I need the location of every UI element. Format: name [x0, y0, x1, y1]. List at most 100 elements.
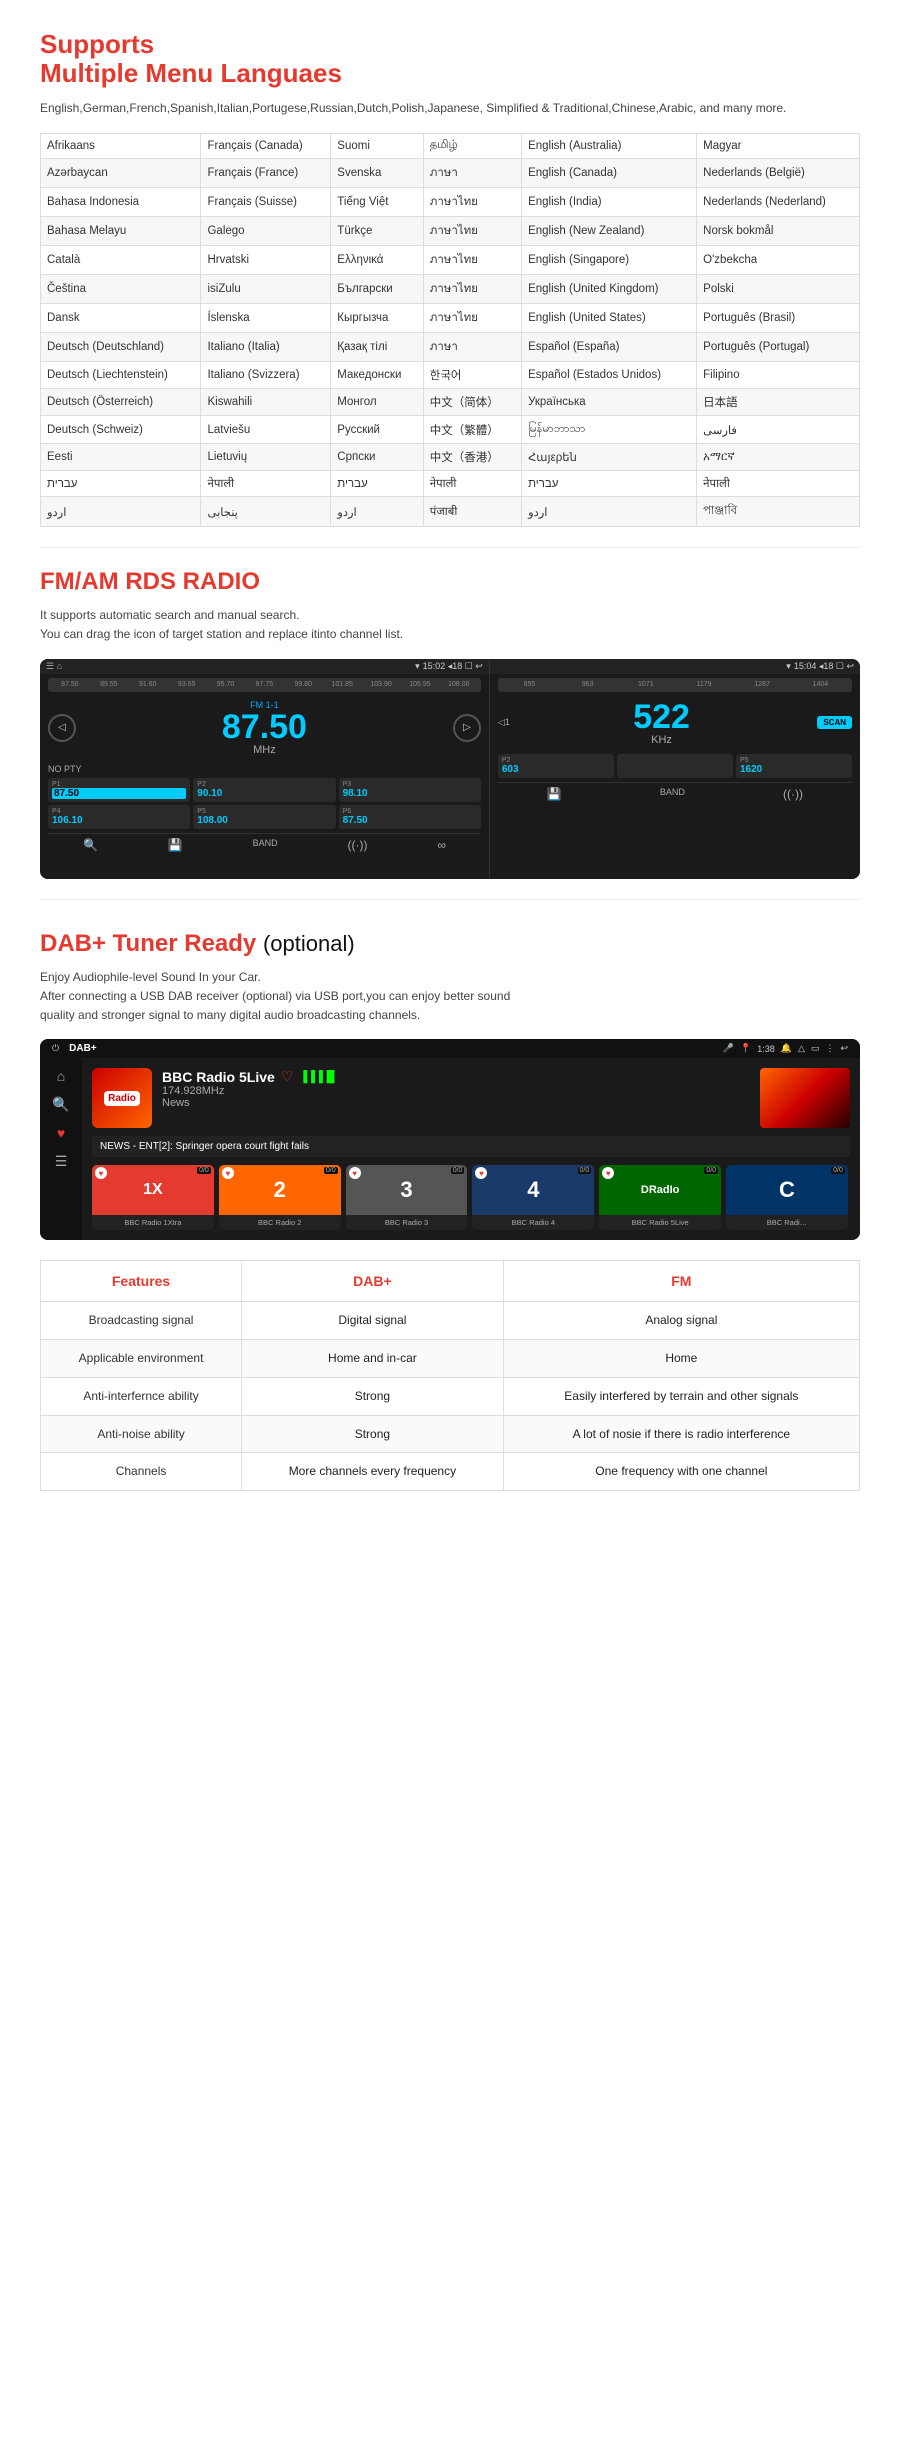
lang-cell: አማርኛ — [697, 444, 860, 471]
lang-cell: پنجابی — [201, 497, 331, 527]
lang-cell: 中文（简体） — [423, 389, 521, 416]
lang-cell: اردو — [331, 497, 423, 527]
lang-cell: 中文（繁體） — [423, 416, 521, 444]
radio-title: FM/AM RDS RADIO — [40, 568, 860, 596]
radio-search-icon[interactable]: 🔍 — [83, 838, 98, 852]
lang-cell: Tiếng Việt — [331, 188, 423, 217]
comp-cell-feature: Anti-interfernce ability — [41, 1377, 242, 1415]
lang-cell: Kiswahili — [201, 389, 331, 416]
radio-am-preset-p2[interactable]: P2 603 — [498, 754, 614, 778]
lang-cell: Filipino — [697, 362, 860, 389]
dab-heart-icon[interactable]: ♥ — [57, 1125, 65, 1141]
radio-subtitle: It supports automatic search and manual … — [40, 606, 860, 644]
dab-channel-radio4[interactable]: 4 0/0 ♥ BBC Radio 4 — [472, 1165, 594, 1230]
lang-cell: Magyar — [697, 134, 860, 159]
dab-favorite-icon[interactable]: ♡ — [281, 1068, 294, 1085]
comp-cell-feature: Anti-noise ability — [41, 1415, 242, 1453]
lang-cell: Кыргызча — [331, 304, 423, 333]
radio-am-display: 522 KHz — [633, 700, 690, 746]
lang-cell: English (Canada) — [522, 159, 697, 188]
comp-cell-dab: Digital signal — [242, 1302, 504, 1340]
lang-cell: Deutsch (Liechtenstein) — [41, 362, 201, 389]
lang-cell: English (New Zealand) — [522, 217, 697, 246]
comp-cell-feature: Channels — [41, 1453, 242, 1491]
lang-cell: Italiano (Italia) — [201, 333, 331, 362]
dab-thumbnail — [760, 1068, 850, 1128]
dab-home-icon[interactable]: ⌂ — [57, 1068, 65, 1084]
dab-now-playing: Radio BBC Radio 5Live ♡ ▐▐▐▐▌ 174.928MHz… — [92, 1068, 850, 1128]
lang-cell: English (India) — [522, 188, 697, 217]
dab-search-icon[interactable]: 🔍 — [52, 1096, 69, 1113]
radio-repeat-icon[interactable]: ∞ — [437, 838, 446, 852]
lang-cell: Suomi — [331, 134, 423, 159]
comp-cell-fm: One frequency with one channel — [503, 1453, 859, 1491]
radio-fm-statusbar: 15:02 ◂18 ☐ ↩ — [423, 661, 483, 672]
radio-fm-presets: P1 87.50 P2 90.10 P3 98.10 P4 106.10 P5 — [48, 778, 481, 829]
comp-cell-fm: Analog signal — [503, 1302, 859, 1340]
lang-cell: Nederlands (België) — [697, 159, 860, 188]
radio-save-icon[interactable]: 💾 — [168, 838, 183, 852]
comp-cell-fm: Easily interfered by terrain and other s… — [503, 1377, 859, 1415]
lang-cell: पंजाबी — [423, 497, 521, 527]
lang-cell: Lietuvių — [201, 444, 331, 471]
lang-cell: Italiano (Svizzera) — [201, 362, 331, 389]
radio-am-preset-p5[interactable]: P5 1620 — [736, 754, 852, 778]
radio-preset-p6[interactable]: P6 87.50 — [339, 805, 481, 829]
lang-cell: עברית — [522, 471, 697, 497]
radio-am-band-icon[interactable]: BAND — [660, 787, 685, 801]
radio-preset-p1[interactable]: P1 87.50 — [48, 778, 190, 802]
radio-section: FM/AM RDS RADIO It supports automatic se… — [0, 548, 900, 898]
lang-cell: ภาษา — [423, 159, 521, 188]
radio-signal-icon[interactable]: ((·)) — [347, 838, 367, 852]
lang-cell: Polski — [697, 275, 860, 304]
lang-cell: नेपाली — [201, 471, 331, 497]
radio-scan-button[interactable]: SCAN — [817, 716, 852, 729]
lang-cell: မြန်မာဘာသာ — [522, 416, 697, 444]
radio-am-preset-empty — [617, 754, 733, 778]
dab-station-info: BBC Radio 5Live ♡ ▐▐▐▐▌ 174.928MHz News — [162, 1068, 750, 1109]
radio-preset-p5[interactable]: P5 108.00 — [193, 805, 335, 829]
radio-preset-p3[interactable]: P3 98.10 — [339, 778, 481, 802]
dab-subtitle: Enjoy Audiophile-level Sound In your Car… — [40, 968, 860, 1026]
lang-cell: नेपाली — [697, 471, 860, 497]
lang-cell: اردو — [41, 497, 201, 527]
lang-cell: Dansk — [41, 304, 201, 333]
dab-channel-radio6[interactable]: C 0/0 BBC Radi… — [726, 1165, 848, 1230]
lang-cell: Български — [331, 275, 423, 304]
radio-am-signal-icon[interactable]: ((·)) — [783, 787, 803, 801]
comp-cell-feature: Broadcasting signal — [41, 1302, 242, 1340]
radio-am-save-icon[interactable]: 💾 — [547, 787, 562, 801]
radio-am-toolbar: 💾 BAND ((·)) — [498, 782, 852, 801]
radio-fm-toolbar: 🔍 💾 BAND ((·)) ∞ — [48, 833, 481, 852]
radio-fm-ruler: 87.50 89.55 91.60 93.65 95.70 97.75 99.8… — [48, 678, 481, 692]
lang-cell: English (United States) — [522, 304, 697, 333]
dab-list-icon[interactable]: ☰ — [55, 1153, 68, 1170]
radio-next-btn[interactable]: ▷ — [453, 714, 481, 742]
dab-channel-radio5live[interactable]: DRadIo 0/0 ♥ BBC Radio 5Live — [599, 1165, 721, 1230]
lang-cell: עברית — [331, 471, 423, 497]
dab-station-name: BBC Radio 5Live — [162, 1069, 275, 1085]
dab-channel-radio3[interactable]: 3 0/0 ♥ BBC Radio 3 — [346, 1165, 468, 1230]
radio-fm-display: FM 1-1 87.50 MHz — [222, 700, 307, 756]
lang-cell: 中文（香港） — [423, 444, 521, 471]
lang-cell: Português (Portugal) — [697, 333, 860, 362]
dab-channel-radio2[interactable]: 2 0/0 ♥ BBC Radio 2 — [219, 1165, 341, 1230]
lang-cell: Bahasa Melayu — [41, 217, 201, 246]
lang-cell: Deutsch (Deutschland) — [41, 333, 201, 362]
comp-header-fm: FM — [503, 1261, 859, 1302]
radio-preset-p2[interactable]: P2 90.10 — [193, 778, 335, 802]
dab-title: DAB+ Tuner Ready (optional) — [40, 930, 860, 958]
dab-section: DAB+ Tuner Ready (optional) Enjoy Audiop… — [0, 900, 900, 1502]
radio-band-icon[interactable]: BAND — [253, 838, 278, 852]
languages-subtitle: English,German,French,Spanish,Italian,Po… — [40, 99, 860, 117]
lang-cell: পাঞ্জাবি — [697, 497, 860, 527]
comparison-section: Features DAB+ FM Broadcasting signalDigi… — [40, 1260, 860, 1491]
radio-preset-p4[interactable]: P4 106.10 — [48, 805, 190, 829]
comp-cell-dab: More channels every frequency — [242, 1453, 504, 1491]
lang-cell: isiZulu — [201, 275, 331, 304]
lang-cell: Íslenska — [201, 304, 331, 333]
lang-cell: Nederlands (Nederland) — [697, 188, 860, 217]
radio-prev-btn[interactable]: ◁ — [48, 714, 76, 742]
dab-channel-1xtra[interactable]: 1X 0/0 ♥ BBC Radio 1Xtra — [92, 1165, 214, 1230]
lang-cell: Bahasa Indonesia — [41, 188, 201, 217]
